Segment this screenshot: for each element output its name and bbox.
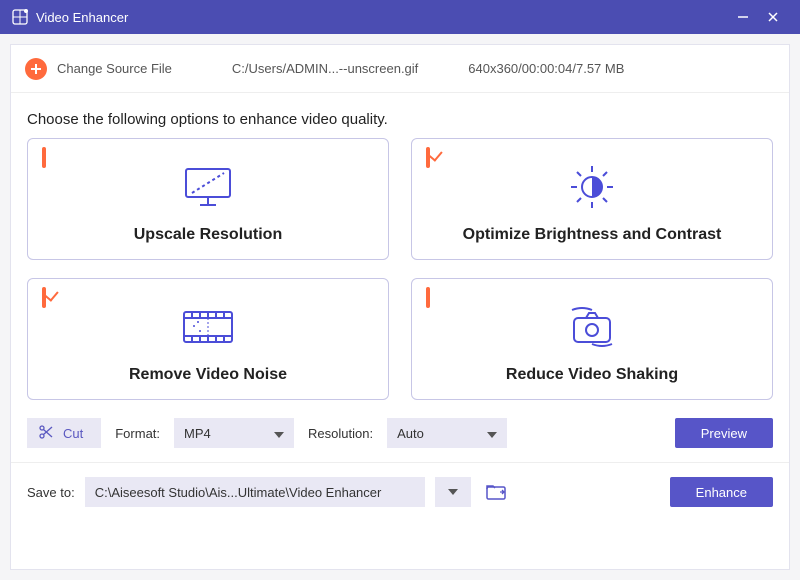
preview-label: Preview <box>701 426 747 441</box>
main-panel: Change Source File C:/Users/ADMIN...--un… <box>10 44 790 570</box>
film-icon <box>178 302 238 352</box>
source-row: Change Source File C:/Users/ADMIN...--un… <box>11 45 789 93</box>
caret-down-icon <box>274 426 284 441</box>
folder-icon <box>486 484 506 500</box>
format-select[interactable]: MP4 <box>174 418 294 448</box>
card-checkbox[interactable] <box>42 149 58 165</box>
add-source-button[interactable] <box>25 58 47 80</box>
card-checkbox[interactable] <box>426 149 442 165</box>
card-remove-noise[interactable]: Remove Video Noise <box>27 278 389 400</box>
controls-row: Cut Format: MP4 Resolution: Auto Preview <box>11 410 789 463</box>
save-to-label: Save to: <box>27 485 75 500</box>
save-path-dropdown[interactable] <box>435 477 471 507</box>
card-checkbox[interactable] <box>426 289 442 305</box>
save-path-value: C:\Aiseesoft Studio\Ais...Ultimate\Video… <box>95 485 382 500</box>
card-label: Reduce Video Shaking <box>506 366 678 384</box>
brightness-icon <box>564 162 620 212</box>
monitor-icon <box>180 162 236 212</box>
title-bar: Video Enhancer <box>0 0 800 34</box>
app-title: Video Enhancer <box>36 10 128 25</box>
minimize-button[interactable] <box>728 0 758 34</box>
enhance-button[interactable]: Enhance <box>670 477 773 507</box>
cut-button[interactable]: Cut <box>27 418 101 448</box>
card-reduce-shaking[interactable]: Reduce Video Shaking <box>411 278 773 400</box>
card-checkbox[interactable] <box>42 289 58 305</box>
card-upscale-resolution[interactable]: Upscale Resolution <box>27 138 389 260</box>
card-label: Optimize Brightness and Contrast <box>463 226 722 244</box>
app-icon <box>12 9 28 25</box>
format-label: Format: <box>115 426 160 441</box>
resolution-value: Auto <box>397 426 424 441</box>
save-row: Save to: C:\Aiseesoft Studio\Ais...Ultim… <box>11 463 789 523</box>
resolution-select[interactable]: Auto <box>387 418 507 448</box>
format-value: MP4 <box>184 426 211 441</box>
enhance-label: Enhance <box>696 485 747 500</box>
card-optimize-brightness[interactable]: Optimize Brightness and Contrast <box>411 138 773 260</box>
camera-icon <box>562 302 622 352</box>
preview-button[interactable]: Preview <box>675 418 773 448</box>
close-button[interactable] <box>758 0 788 34</box>
cards-grid: Upscale Resolution Optimize Brightness a… <box>11 138 789 410</box>
choose-label: Choose the following options to enhance … <box>11 93 789 138</box>
source-path: C:/Users/ADMIN...--unscreen.gif <box>232 61 418 76</box>
scissors-icon <box>39 425 53 442</box>
open-folder-button[interactable] <box>481 477 511 507</box>
card-label: Upscale Resolution <box>134 226 282 244</box>
resolution-label: Resolution: <box>308 426 373 441</box>
caret-down-icon <box>487 426 497 441</box>
card-label: Remove Video Noise <box>129 366 287 384</box>
save-path-box[interactable]: C:\Aiseesoft Studio\Ais...Ultimate\Video… <box>85 477 425 507</box>
change-source-link[interactable]: Change Source File <box>57 61 172 76</box>
cut-label: Cut <box>63 426 83 441</box>
source-meta: 640x360/00:00:04/7.57 MB <box>468 61 624 76</box>
